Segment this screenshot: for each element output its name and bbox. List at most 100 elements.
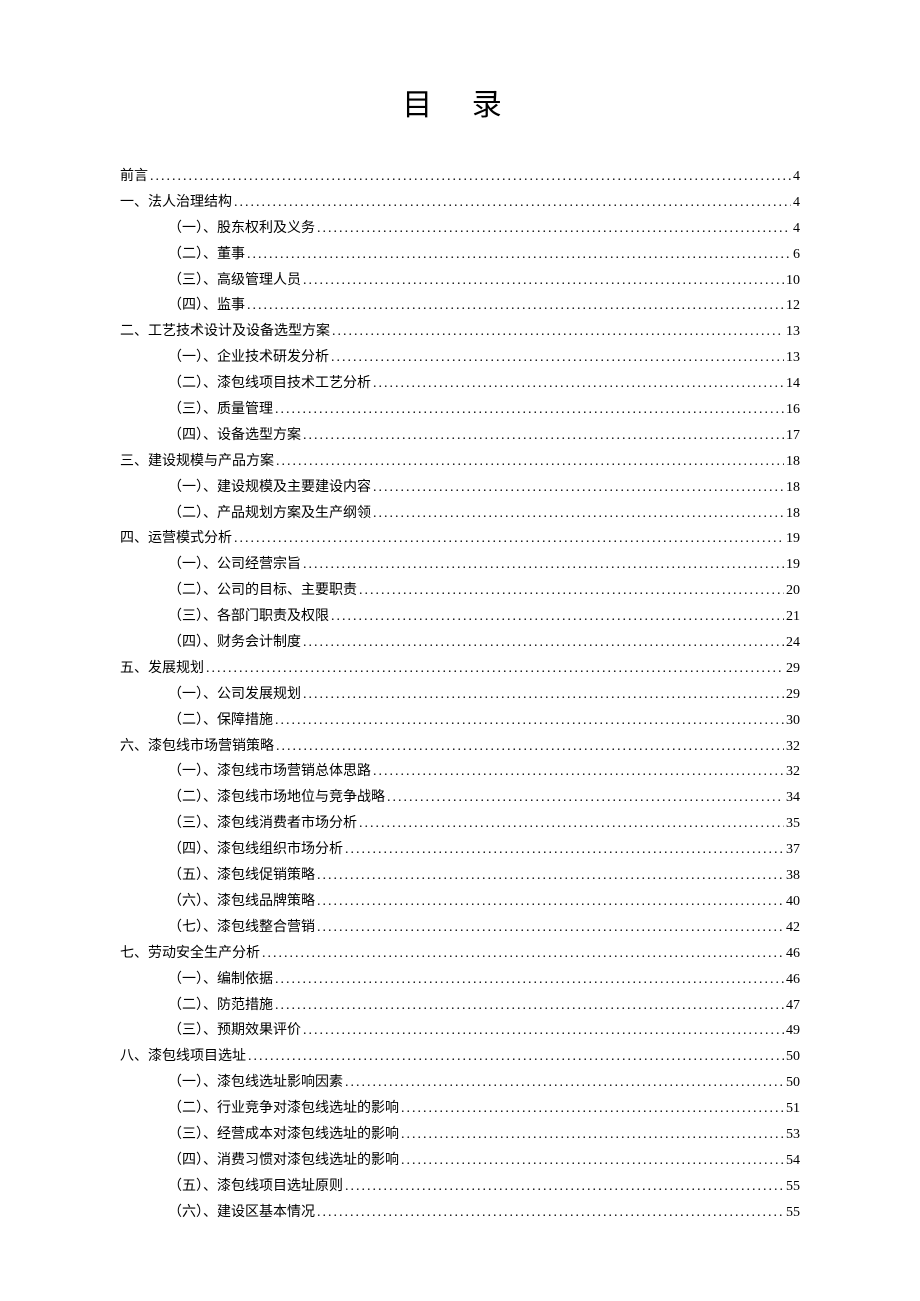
toc-leader-dots [401,1096,784,1122]
toc-entry: （二）、产品规划方案及生产纲领18 [168,501,800,527]
table-of-contents: 前言4一、法人治理结构4（一）、股东权利及义务4（二）、董事6（三）、高级管理人… [120,164,800,1226]
toc-entry: （六）、建设区基本情况55 [168,1200,800,1226]
toc-page-number: 29 [786,656,800,682]
toc-entry: （三）、高级管理人员10 [168,268,800,294]
toc-label: 六、漆包线市场营销策略 [120,734,274,760]
toc-entry: （六）、漆包线品牌策略 40 [168,889,800,915]
toc-leader-dots [303,682,784,708]
toc-entry: 六、漆包线市场营销策略 32 [120,734,800,760]
toc-leader-dots [206,656,784,682]
toc-page-number: 35 [786,811,800,837]
toc-page-number: 19 [786,552,800,578]
toc-leader-dots [276,734,784,760]
toc-entry: （二）、公司的目标、主要职责20 [168,578,800,604]
toc-page-number: 4 [793,190,800,216]
toc-leader-dots [345,837,784,863]
toc-leader-dots [303,268,784,294]
toc-label: （三）、预期效果评价 [168,1018,301,1044]
toc-page-number: 40 [786,889,800,915]
toc-page-number: 46 [786,967,800,993]
toc-leader-dots [317,889,784,915]
toc-page-number: 19 [786,526,800,552]
toc-label: （二）、保障措施 [168,708,273,734]
toc-page-number: 38 [786,863,800,889]
toc-entry: （五）、漆包线项目选址原则55 [168,1174,800,1200]
toc-entry: （二）、防范措施 47 [168,993,800,1019]
toc-entry: （二）、董事6 [168,242,800,268]
toc-page-number: 13 [786,345,800,371]
toc-leader-dots [345,1174,784,1200]
toc-page-number: 46 [786,941,800,967]
toc-entry: （四）、监事12 [168,293,800,319]
toc-leader-dots [401,1148,784,1174]
toc-label: （一）、公司经营宗旨 [168,552,301,578]
toc-leader-dots [150,164,791,190]
toc-leader-dots [248,1044,784,1070]
toc-label: （六）、漆包线品牌策略 [168,889,315,915]
toc-label: （三）、质量管理 [168,397,273,423]
toc-page-number: 32 [786,734,800,760]
toc-page-number: 4 [793,216,800,242]
toc-label: 八、漆包线项目选址 [120,1044,246,1070]
toc-label: （二）、产品规划方案及生产纲领 [168,501,371,527]
toc-label: （一）、漆包线市场营销总体思路 [168,759,371,785]
toc-leader-dots [331,604,784,630]
toc-page-number: 16 [786,397,800,423]
toc-page-number: 29 [786,682,800,708]
toc-leader-dots [317,216,791,242]
toc-page-number: 50 [786,1070,800,1096]
toc-leader-dots [317,1200,784,1226]
toc-entry: （七）、漆包线整合营销42 [168,915,800,941]
toc-leader-dots [303,1018,784,1044]
toc-entry: 四、运营模式分析 19 [120,526,800,552]
toc-entry: 三、建设规模与产品方案18 [120,449,800,475]
toc-label: （三）、各部门职责及权限 [168,604,329,630]
toc-leader-dots [373,501,784,527]
toc-label: 四、运营模式分析 [120,526,232,552]
toc-page-number: 6 [793,242,800,268]
toc-leader-dots [276,449,784,475]
toc-entry: 二、工艺技术设计及设备选型方案13 [120,319,800,345]
page-title: 目 录 [120,80,800,124]
toc-page-number: 37 [786,837,800,863]
toc-entry: （四）、设备选型方案17 [168,423,800,449]
toc-page-number: 49 [786,1018,800,1044]
toc-entry: （四）、消费习惯对漆包线选址的影响54 [168,1148,800,1174]
toc-leader-dots [303,423,784,449]
toc-entry: （二）、保障措施 30 [168,708,800,734]
toc-entry: （二）、行业竞争对漆包线选址的影响51 [168,1096,800,1122]
toc-leader-dots [359,811,784,837]
toc-leader-dots [275,397,784,423]
toc-entry: 前言4 [120,164,800,190]
toc-label: （四）、设备选型方案 [168,423,301,449]
toc-leader-dots [275,967,784,993]
toc-page-number: 47 [786,993,800,1019]
toc-label: （二）、防范措施 [168,993,273,1019]
toc-page-number: 21 [786,604,800,630]
toc-page-number: 53 [786,1122,800,1148]
toc-leader-dots [262,941,784,967]
toc-entry: （一）、公司发展规划29 [168,682,800,708]
toc-page-number: 54 [786,1148,800,1174]
toc-entry: （三）、质量管理 16 [168,397,800,423]
toc-label: （一）、企业技术研发分析 [168,345,329,371]
toc-label: （二）、漆包线市场地位与竞争战略 [168,785,385,811]
toc-page-number: 20 [786,578,800,604]
toc-page-number: 55 [786,1200,800,1226]
toc-page-number: 18 [786,449,800,475]
toc-page-number: 18 [786,475,800,501]
toc-label: （五）、漆包线项目选址原则 [168,1174,343,1200]
toc-page-number: 30 [786,708,800,734]
toc-page-number: 10 [786,268,800,294]
toc-leader-dots [234,190,791,216]
toc-page-number: 12 [786,293,800,319]
toc-entry: （五）、漆包线促销策略38 [168,863,800,889]
toc-leader-dots [331,345,784,371]
toc-label: （一）、编制依据 [168,967,273,993]
toc-entry: （四）、财务会计制度24 [168,630,800,656]
toc-entry: （一）、公司经营宗旨 19 [168,552,800,578]
toc-entry: 八、漆包线项目选址50 [120,1044,800,1070]
toc-page-number: 32 [786,759,800,785]
toc-entry: （一）、编制依据 46 [168,967,800,993]
toc-leader-dots [247,293,784,319]
